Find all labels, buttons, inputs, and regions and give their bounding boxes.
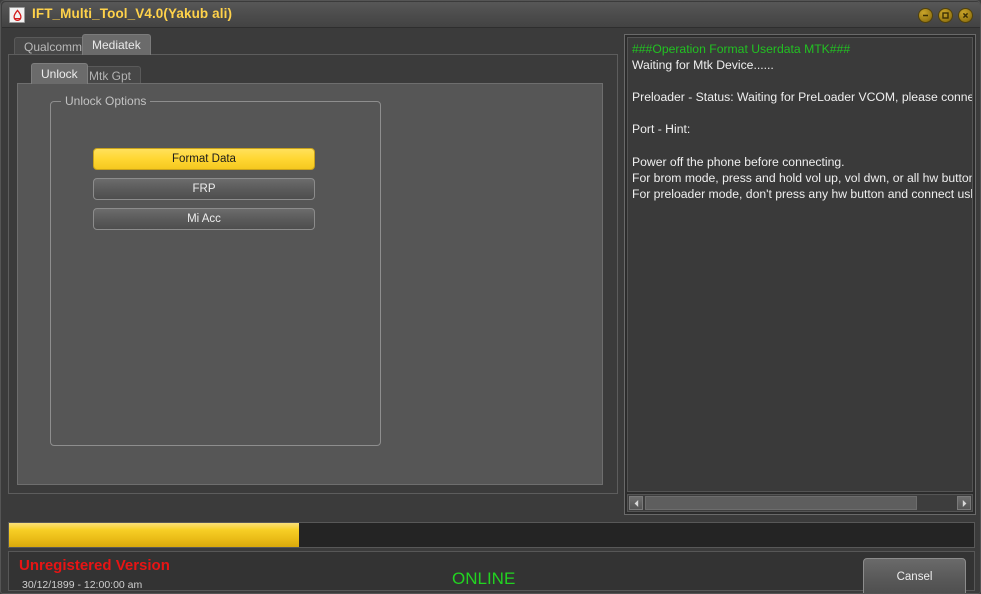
tab-qualcomm[interactable]: Qualcomm	[14, 37, 93, 55]
status-datetime-label: 30/12/1899 - 12:00:00 am	[22, 579, 143, 591]
scrollbar-thumb[interactable]	[645, 496, 917, 510]
window-body: Qualcomm Mediatek Unlock Mtk Gpt Unlock …	[2, 28, 980, 593]
tab-mtk-gpt[interactable]: Mtk Gpt	[79, 66, 142, 84]
connection-status-label: ONLINE	[452, 569, 516, 588]
window-title: IFT_Multi_Tool_V4.0(Yakub ali)	[32, 6, 233, 21]
mediatek-sub-tab-control: Unlock Mtk Gpt Unlock Options Format Dat…	[17, 63, 603, 485]
format-data-button[interactable]: Format Data	[93, 148, 315, 170]
log-horizontal-scrollbar[interactable]	[627, 494, 973, 512]
license-status-label: Unregistered Version	[19, 557, 170, 574]
unlock-options-groupbox: Unlock Options Format Data FRP Mi Acc	[50, 94, 381, 446]
title-bar[interactable]: IFT_Multi_Tool_V4.0(Yakub ali)	[2, 2, 980, 28]
mediatek-tab-page: Unlock Mtk Gpt Unlock Options Format Dat…	[8, 54, 618, 494]
close-icon[interactable]	[958, 8, 973, 23]
mi-acc-button[interactable]: Mi Acc	[93, 208, 315, 230]
scroll-left-icon[interactable]	[629, 496, 643, 510]
frp-button[interactable]: FRP	[93, 178, 315, 200]
platform-tab-control: Qualcomm Mediatek Unlock Mtk Gpt Unlock …	[8, 34, 618, 494]
unlock-options-legend: Unlock Options	[61, 94, 151, 108]
progress-bar-fill	[9, 523, 299, 547]
minimize-icon[interactable]	[918, 8, 933, 23]
platform-tabstrip: Qualcomm Mediatek	[8, 34, 618, 55]
tab-mediatek[interactable]: Mediatek	[82, 34, 151, 55]
app-logo-icon	[9, 7, 25, 23]
status-bar: Unregistered Version 30/12/1899 - 12:00:…	[8, 551, 975, 593]
log-text: ###Operation Format Userdata MTK### Wait…	[632, 42, 973, 201]
cancel-button[interactable]: Cansel	[863, 558, 966, 593]
maximize-icon[interactable]	[938, 8, 953, 23]
unlock-tab-page: Unlock Options Format Data FRP Mi Acc	[17, 83, 603, 485]
application-window: IFT_Multi_Tool_V4.0(Yakub ali) Qualcomm …	[0, 0, 981, 594]
log-panel: ###Operation Format Userdata MTK### Wait…	[624, 34, 976, 515]
progress-bar	[8, 522, 975, 548]
tab-unlock[interactable]: Unlock	[31, 63, 88, 84]
scroll-right-icon[interactable]	[957, 496, 971, 510]
log-output-area[interactable]: ###Operation Format Userdata MTK### Wait…	[627, 37, 973, 492]
